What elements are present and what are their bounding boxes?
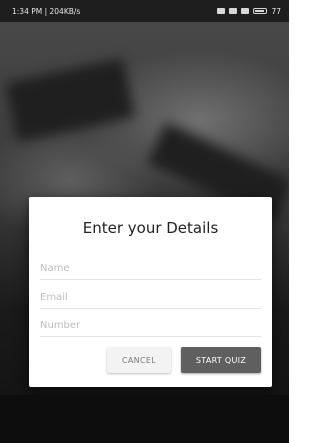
email-field[interactable] xyxy=(40,286,261,309)
bottom-navigation-area xyxy=(0,395,289,443)
cancel-button[interactable]: CANCEL xyxy=(107,347,171,373)
status-icons: 77 xyxy=(217,7,281,16)
start-quiz-button[interactable]: START QUIZ xyxy=(181,347,261,373)
battery-icon xyxy=(253,8,268,14)
battery-percent: 77 xyxy=(271,6,281,16)
details-dialog: Enter your Details CANCEL START QUIZ xyxy=(29,197,272,387)
status-bar: 1:34 PM | 204KB/s 77 xyxy=(0,0,289,22)
app-screen: 1:34 PM | 204KB/s 77 Enter your Details … xyxy=(0,0,289,443)
nfc-icon xyxy=(217,8,226,14)
number-field[interactable] xyxy=(40,314,261,337)
signal-icon xyxy=(241,8,250,14)
name-field[interactable] xyxy=(40,257,261,280)
wifi-icon xyxy=(229,8,238,14)
dialog-title: Enter your Details xyxy=(82,219,219,237)
background-shape xyxy=(5,58,135,142)
status-time: 1:34 PM | 204KB/s xyxy=(12,6,81,16)
